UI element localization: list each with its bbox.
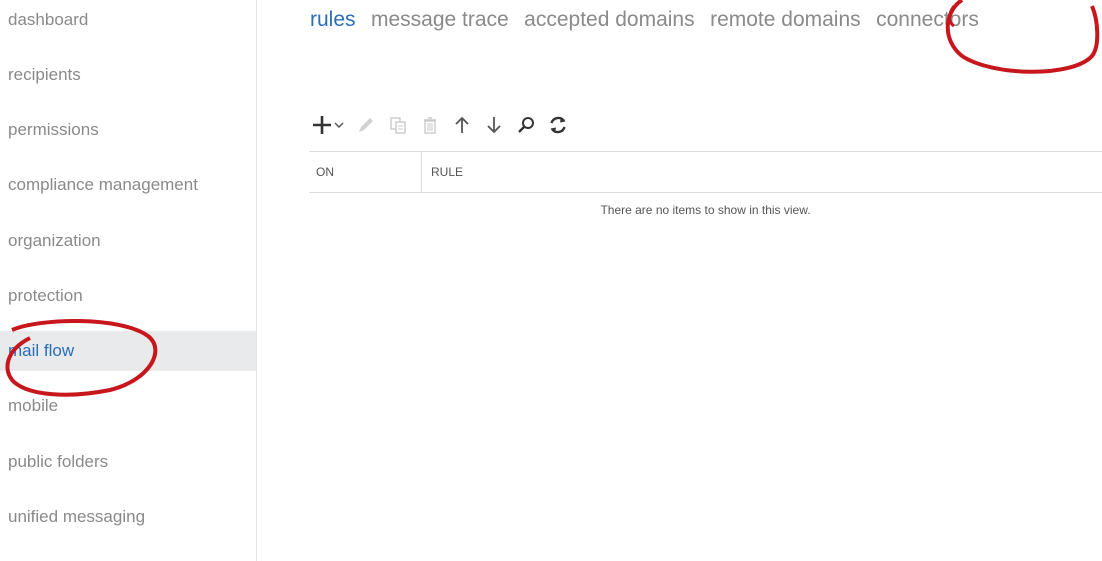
tab-accepted-domains[interactable]: accepted domains	[524, 8, 694, 32]
tab-remote-domains[interactable]: remote domains	[710, 8, 861, 32]
empty-state-message: There are no items to show in this view.	[600, 203, 811, 217]
sidebar-item-protection[interactable]: protection	[0, 276, 256, 316]
sidebar-item-unified-messaging[interactable]: unified messaging	[0, 497, 256, 537]
pencil-icon	[359, 118, 373, 132]
trash-icon	[424, 117, 436, 134]
sidebar-item-public-folders[interactable]: public folders	[0, 442, 256, 482]
rules-table: ON RULE PR There are no items to show in…	[309, 151, 1102, 217]
sidebar-item-compliance-management[interactable]: compliance management	[0, 165, 256, 205]
sidebar-nav: dashboard recipients permissions complia…	[0, 0, 257, 561]
tab-bar: rules message trace accepted domains rem…	[310, 8, 990, 38]
delete-button[interactable]	[418, 113, 442, 137]
refresh-icon	[550, 116, 566, 134]
copy-icon	[390, 117, 406, 134]
add-button[interactable]	[312, 113, 346, 137]
copy-button[interactable]	[386, 113, 410, 137]
sidebar-item-organization[interactable]: organization	[0, 221, 256, 261]
sidebar-item-recipients[interactable]: recipients	[0, 55, 256, 95]
sidebar-item-permissions[interactable]: permissions	[0, 110, 256, 150]
move-up-button[interactable]	[450, 113, 474, 137]
arrow-up-icon	[455, 116, 469, 133]
tab-rules[interactable]: rules	[310, 8, 356, 32]
column-header-on[interactable]: ON	[309, 152, 422, 192]
app-window: dashboard recipients permissions complia…	[0, 0, 1102, 561]
search-icon	[518, 117, 534, 133]
move-down-button[interactable]	[482, 113, 506, 137]
table-header: ON RULE PR	[309, 151, 1102, 193]
sidebar-item-mobile[interactable]: mobile	[0, 386, 256, 426]
column-header-rule[interactable]: RULE	[422, 152, 1102, 192]
refresh-button[interactable]	[546, 113, 570, 137]
tab-connectors[interactable]: connectors	[876, 8, 979, 32]
search-button[interactable]	[514, 113, 538, 137]
edit-button[interactable]	[354, 113, 378, 137]
sidebar-item-dashboard[interactable]: dashboard	[0, 0, 256, 40]
tab-message-trace[interactable]: message trace	[371, 8, 509, 32]
toolbar	[312, 112, 578, 138]
arrow-down-icon	[487, 117, 501, 134]
plus-dropdown-icon	[313, 116, 344, 134]
sidebar-item-mail-flow[interactable]: mail flow	[0, 331, 256, 371]
